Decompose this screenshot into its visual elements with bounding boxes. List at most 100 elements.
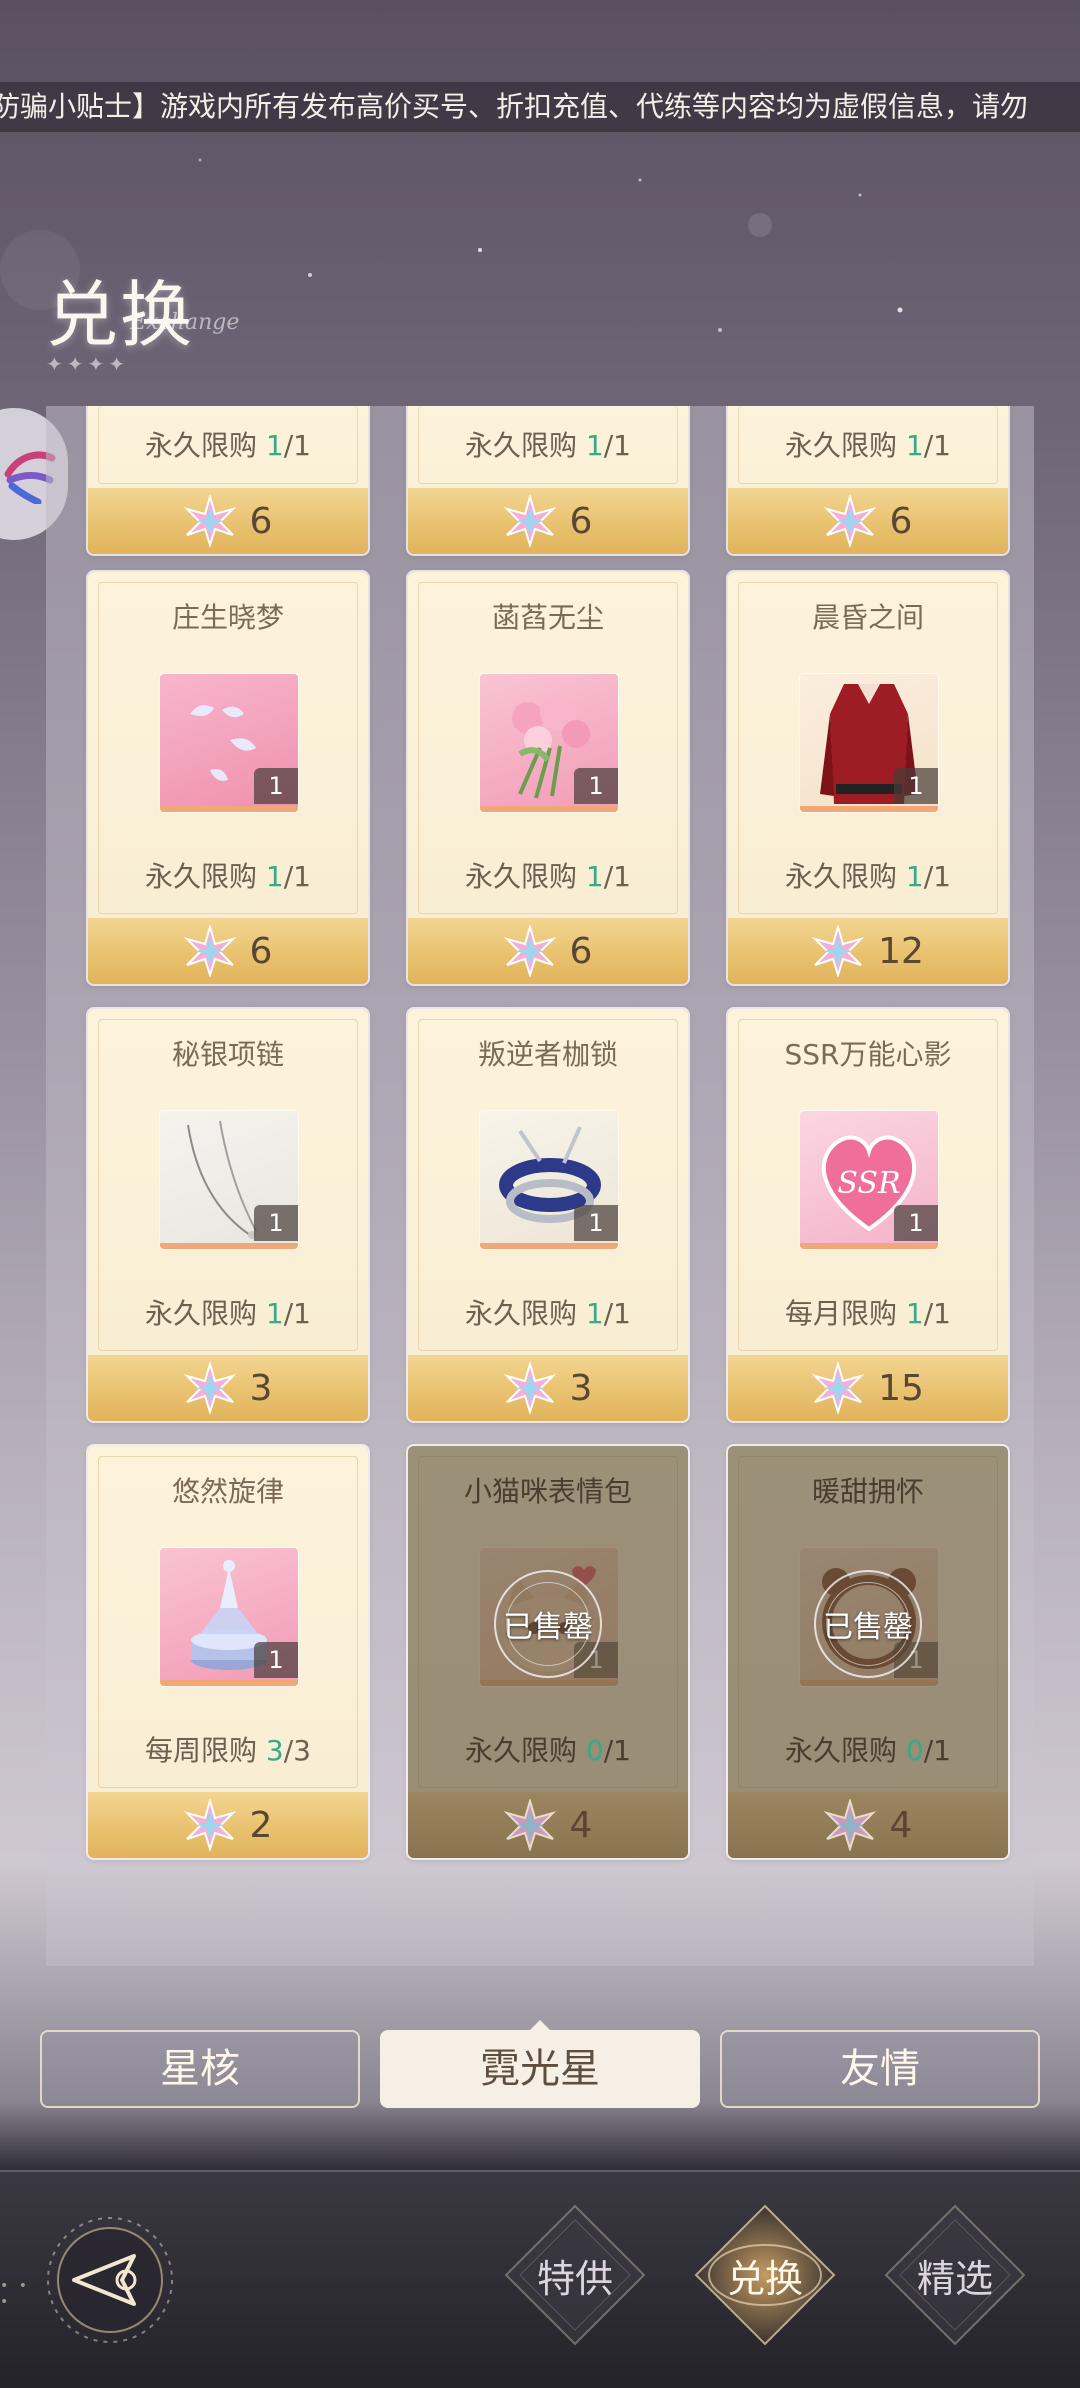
item-thumbnail: 1	[480, 1111, 618, 1249]
prism-star-icon	[183, 925, 236, 977]
bought-count: 1	[585, 860, 604, 893]
bought-count: 1	[905, 860, 924, 893]
sold-out-stamp: 已售罄	[494, 1570, 602, 1678]
item-quantity: 1	[254, 768, 298, 804]
total-count: 1	[933, 860, 951, 893]
total-count: 1	[933, 1734, 951, 1767]
exchange-card[interactable]: 永久限购 1/1 6	[728, 406, 1008, 554]
exchange-card[interactable]: SSR万能心影 SSR 1 每月限购 1/1 15	[728, 1009, 1008, 1421]
tab-neon-star[interactable]: 霓光星	[380, 2020, 700, 2108]
price-button[interactable]: 3	[408, 1355, 688, 1421]
tab-friendship[interactable]: 友情	[720, 2030, 1040, 2108]
total-count: 1	[293, 860, 311, 893]
prism-star-icon	[503, 1362, 556, 1414]
price-button[interactable]: 4	[408, 1792, 688, 1858]
total-count: 3	[293, 1734, 311, 1767]
price-value: 6	[889, 500, 913, 542]
item-quantity: 1	[894, 1205, 938, 1241]
total-count: 1	[293, 1297, 311, 1330]
purchase-limit: 每周限购 3/3	[144, 1734, 311, 1767]
total-count: 1	[933, 429, 951, 462]
item-quantity: 1	[574, 1205, 618, 1241]
price-button[interactable]: 2	[88, 1792, 368, 1858]
total-count: 1	[613, 429, 631, 462]
anti-fraud-notice: 防骗小贴士】游戏内所有发布高价买号、折扣充值、代练等内容均为虚假信息，请勿	[0, 82, 1080, 132]
purchase-limit: 永久限购 1/1	[784, 860, 951, 893]
exchange-card[interactable]: 永久限购 1/1 6	[88, 406, 368, 554]
price-button[interactable]: 6	[88, 488, 368, 554]
item-name: 悠然旋律	[171, 1475, 284, 1508]
bought-count: 1	[585, 429, 604, 462]
purchase-limit: 永久限购 1/1	[464, 1297, 631, 1330]
currency-tabs: 星核 霓光星 友情	[40, 2020, 1040, 2108]
back-button[interactable]	[40, 2210, 180, 2350]
nav-exchange[interactable]: 兑换	[690, 2200, 840, 2350]
nav-featured[interactable]: 精选	[880, 2200, 1030, 2350]
nav-exchange-label: 兑换	[726, 2256, 803, 2301]
item-name: 暖甜拥怀	[811, 1475, 924, 1508]
dots-decoration: • • •	[0, 2278, 30, 2310]
nav-special-offer[interactable]: 特供	[500, 2200, 650, 2350]
item-name: 秘银项链	[171, 1038, 284, 1071]
price-button[interactable]: 6	[728, 488, 1008, 554]
page-title-en: Exchange	[130, 310, 240, 335]
price-button[interactable]: 3	[88, 1355, 368, 1421]
purchase-limit: 永久限购 1/1	[784, 429, 951, 462]
price-value: 6	[249, 500, 273, 542]
notice-text: 防骗小贴士】游戏内所有发布高价买号、折扣充值、代练等内容均为虚假信息，请勿	[0, 90, 1029, 123]
bought-count: 1	[265, 429, 284, 462]
exchange-card[interactable]: 1 小猫咪表情包 已售罄 永久限购 0/1 4	[408, 1446, 688, 1858]
purchase-limit: 永久限购 1/1	[144, 429, 311, 462]
price-value: 4	[889, 1804, 913, 1846]
exchange-card[interactable]: 悠然旋律 1 每周限购 3/3 2	[88, 1446, 368, 1858]
item-name: 庄生晓梦	[171, 601, 284, 634]
exchange-card[interactable]: 1 暖甜拥怀 已售罄 永久限购 0/1 4	[728, 1446, 1008, 1858]
price-button[interactable]: 4	[728, 1792, 1008, 1858]
item-name: SSR万能心影	[784, 1038, 952, 1071]
price-button[interactable]: 6	[408, 488, 688, 554]
item-quantity: 1	[254, 1642, 298, 1678]
exchange-card[interactable]: 晨昏之间 1 永久限购 1/1 12	[728, 572, 1008, 984]
item-name: 晨昏之间	[811, 601, 924, 634]
exchange-card[interactable]: 菡萏无尘 1 永久限购 1/1 6	[408, 572, 688, 984]
total-count: 1	[613, 860, 631, 893]
item-quantity: 1	[254, 1205, 298, 1241]
prism-star-icon	[812, 925, 865, 977]
nav-special-offer-label: 特供	[536, 2256, 613, 2301]
total-count: 1	[613, 1297, 631, 1330]
title-stars-decoration: ✦✦✦✦	[46, 352, 130, 376]
exchange-card[interactable]: 庄生晓梦 1 永久限购 1/1 6	[88, 572, 368, 984]
item-quantity: 1	[894, 768, 938, 804]
bought-count: 1	[265, 860, 284, 893]
item-thumbnail: 1	[160, 674, 298, 812]
purchase-limit: 永久限购 1/1	[144, 860, 311, 893]
price-button[interactable]: 15	[728, 1355, 1008, 1421]
purchase-limit: 永久限购 1/1	[464, 860, 631, 893]
item-thumbnail: 1	[160, 1111, 298, 1249]
item-thumbnail: SSR 1	[800, 1111, 938, 1249]
back-arrow-icon	[47, 2217, 173, 2343]
tab-star-core[interactable]: 星核	[40, 2030, 360, 2108]
purchase-limit: 永久限购 1/1	[464, 429, 631, 462]
prism-star-icon	[812, 1362, 865, 1414]
bought-count: 1	[585, 1297, 604, 1330]
bought-count: 1	[905, 1297, 924, 1330]
price-value: 12	[878, 930, 924, 972]
exchange-card[interactable]: 秘银项链 1 永久限购 1/1 3	[88, 1009, 368, 1421]
total-count: 1	[613, 1734, 631, 1767]
page-title: 兑换	[46, 273, 195, 357]
prism-star-icon	[183, 1799, 236, 1851]
exchange-panel[interactable]: 永久限购 1/1 6 永久限购 1/1 6 永久限购 1/1 6 庄生晓梦 1 …	[46, 406, 1034, 1966]
bought-count: 0	[905, 1734, 924, 1767]
price-button[interactable]: 12	[728, 918, 1008, 984]
nav-featured-label: 精选	[916, 2256, 993, 2301]
item-name: 小猫咪表情包	[463, 1475, 632, 1508]
price-button[interactable]: 6	[408, 918, 688, 984]
sold-out-stamp: 已售罄	[814, 1570, 922, 1678]
exchange-card[interactable]: 永久限购 1/1 6	[408, 406, 688, 554]
price-button[interactable]: 6	[88, 918, 368, 984]
price-value: 3	[569, 1367, 593, 1409]
exchange-card[interactable]: 叛逆者枷锁 1 永久限购 1/1 3	[408, 1009, 688, 1421]
price-value: 6	[569, 930, 593, 972]
total-count: 1	[293, 429, 311, 462]
